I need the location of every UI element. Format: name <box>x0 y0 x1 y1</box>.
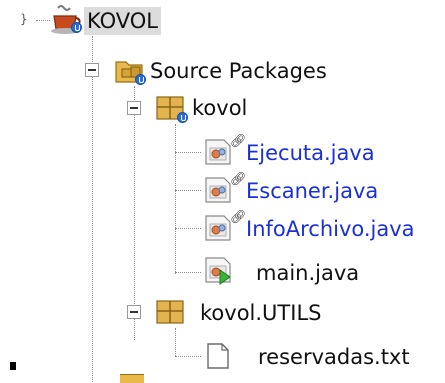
file-label: reservadas.txt <box>258 345 410 369</box>
tree-guide-line <box>175 272 201 273</box>
tree-guide-line <box>175 190 201 191</box>
vcs-badge-icon <box>135 74 146 85</box>
package-icon <box>156 300 184 324</box>
java-class-icon <box>205 215 231 241</box>
lock-badge-icon: 🔗︎ <box>230 172 247 187</box>
file-label: InfoArchivo.java <box>246 217 415 241</box>
java-class-icon <box>205 177 231 203</box>
java-main-class-icon <box>205 257 231 285</box>
tree-guide-line <box>134 86 135 340</box>
vcs-badge-icon <box>71 22 82 33</box>
vcs-badge-icon <box>177 112 188 123</box>
tree-guide-line <box>175 356 201 357</box>
collapse-caret-icon[interactable]: } <box>20 12 28 26</box>
source-packages-label: Source Packages <box>150 59 327 83</box>
file-label: main.java <box>256 261 360 285</box>
lock-badge-icon: 🔗︎ <box>230 210 247 225</box>
lock-badge-icon: 🔗︎ <box>230 134 247 149</box>
file-label: Escaner.java <box>246 179 379 203</box>
tree-guide-line <box>175 124 176 274</box>
collapse-toggle-icon[interactable] <box>127 305 141 319</box>
collapse-toggle-icon[interactable] <box>85 63 99 77</box>
project-label: KOVOL <box>84 7 162 35</box>
tree-guide-line <box>175 328 176 356</box>
tree-guide-line <box>92 36 93 382</box>
package-label: kovol.UTILS <box>200 301 322 325</box>
collapse-toggle-icon[interactable] <box>127 101 141 115</box>
tree-guide-line <box>175 152 201 153</box>
file-label: Ejecuta.java <box>246 141 375 165</box>
java-class-icon <box>205 139 231 165</box>
project-tree: } KOVOL Source Packages kovol 🔗︎ Ejecuta… <box>0 0 445 383</box>
tree-guide-line <box>175 228 201 229</box>
cursor-fragment <box>10 362 16 370</box>
text-file-icon <box>207 343 229 369</box>
package-label: kovol <box>192 96 248 120</box>
